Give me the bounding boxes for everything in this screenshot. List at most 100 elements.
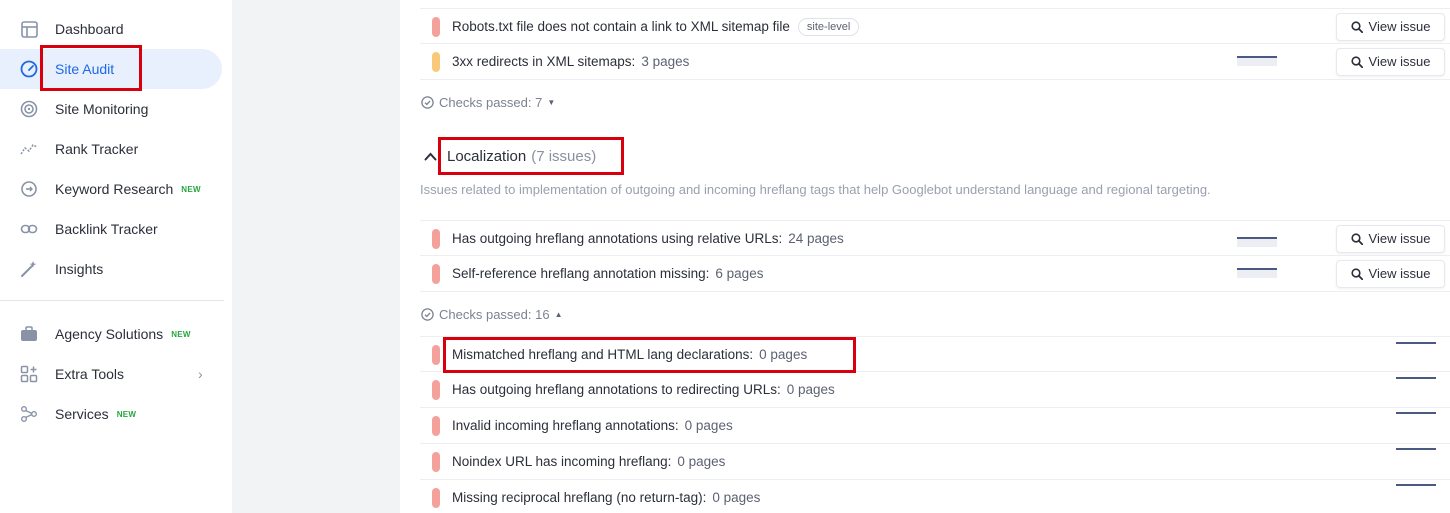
sidebar-item-label: Dashboard xyxy=(55,21,124,37)
sidebar-item-label: Services NEW xyxy=(55,406,137,422)
search-icon xyxy=(1350,20,1363,33)
trend-line xyxy=(1396,377,1436,379)
sidebar-item-label: Rank Tracker xyxy=(55,141,139,157)
sidebar-item-agency-solutions[interactable]: Agency Solutions NEW xyxy=(0,314,222,354)
sidebar-item-services[interactable]: Services NEW xyxy=(0,394,222,434)
view-issue-button[interactable]: View issue xyxy=(1336,259,1445,288)
sidebar-item-site-monitoring[interactable]: Site Monitoring xyxy=(0,89,222,129)
chevron-right-icon: › xyxy=(198,366,203,382)
page-gutter xyxy=(232,0,400,513)
checks-passed-toggle[interactable]: Checks passed: 7 ▼ xyxy=(421,95,555,110)
dashboard-icon xyxy=(20,20,38,38)
check-title: Invalid incoming hreflang annotations: 0 … xyxy=(452,418,733,433)
section-title: Localization xyxy=(447,147,527,165)
trend-sparkline xyxy=(1237,237,1277,247)
issue-count: 0 pages xyxy=(712,490,761,505)
passed-check-row[interactable]: Has outgoing hreflang annotations to red… xyxy=(420,371,1450,407)
sidebar-item-label: Agency Solutions NEW xyxy=(55,326,191,342)
issue-count: 3 pages xyxy=(641,54,690,69)
sidebar-item-site-audit[interactable]: Site Audit xyxy=(0,49,222,89)
new-badge: NEW xyxy=(116,410,137,419)
chevron-up-icon xyxy=(424,152,437,161)
issue-row[interactable]: Has outgoing hreflang annotations using … xyxy=(420,220,1450,256)
rank-tracker-icon xyxy=(20,140,38,158)
severity-error-indicator xyxy=(432,451,440,472)
severity-error-indicator xyxy=(432,415,440,436)
checks-passed-toggle[interactable]: Checks passed: 16 ▲ xyxy=(421,307,563,322)
severity-error-indicator xyxy=(432,263,440,284)
search-icon xyxy=(1350,55,1363,68)
severity-warning-indicator xyxy=(432,51,440,72)
sidebar-item-keyword-research[interactable]: Keyword Research NEW xyxy=(0,169,222,209)
issue-row[interactable]: Self-reference hreflang annotation missi… xyxy=(420,255,1450,291)
issue-title: 3xx redirects in XML sitemaps: 3 pages xyxy=(452,54,690,69)
check-circle-icon xyxy=(421,308,434,321)
sidebar-item-extra-tools[interactable]: Extra Tools › xyxy=(0,354,222,394)
issues-panel: Robots.txt file does not contain a link … xyxy=(400,0,1450,513)
section-header-localization[interactable]: Localization (7 issues) xyxy=(424,144,596,168)
row-divider xyxy=(420,291,1450,292)
trend-sparkline xyxy=(1237,268,1277,278)
sidebar-item-label: Site Monitoring xyxy=(55,101,149,117)
speedometer-icon xyxy=(20,60,38,78)
apps-icon xyxy=(20,365,38,383)
issue-row[interactable]: 3xx redirects in XML sitemaps: 3 pages Vi… xyxy=(420,43,1450,79)
passed-check-row[interactable]: Noindex URL has incoming hreflang: 0 page… xyxy=(420,443,1450,479)
severity-error-indicator xyxy=(432,344,440,365)
view-issue-button[interactable]: View issue xyxy=(1336,47,1445,76)
sidebar-item-insights[interactable]: Insights xyxy=(0,249,222,289)
sidebar: Dashboard Site Audit Site Monitoring Ran… xyxy=(0,0,232,513)
new-badge: NEW xyxy=(181,185,201,194)
issue-row[interactable]: Robots.txt file does not contain a link … xyxy=(420,8,1450,44)
trend-sparkline xyxy=(1237,56,1277,66)
severity-error-indicator xyxy=(432,16,440,37)
new-badge: NEW xyxy=(171,330,191,339)
check-title: Mismatched hreflang and HTML lang declar… xyxy=(452,347,808,362)
sidebar-item-label: Keyword Research NEW xyxy=(55,181,201,197)
caret-up-icon: ▲ xyxy=(554,310,563,319)
caret-down-icon: ▼ xyxy=(547,98,556,107)
trend-line xyxy=(1396,342,1436,344)
passed-check-row[interactable]: Invalid incoming hreflang annotations: 0 … xyxy=(420,407,1450,443)
severity-error-indicator xyxy=(432,228,440,249)
sidebar-divider xyxy=(0,300,224,301)
trend-line xyxy=(1396,484,1436,486)
issue-title: Has outgoing hreflang annotations using … xyxy=(452,231,844,246)
search-icon xyxy=(1350,232,1363,245)
trend-line xyxy=(1396,448,1436,450)
issue-count: 0 pages xyxy=(677,454,726,469)
sidebar-item-rank-tracker[interactable]: Rank Tracker xyxy=(0,129,222,169)
sidebar-item-label: Insights xyxy=(55,261,104,277)
keyword-research-icon xyxy=(20,180,38,198)
sidebar-item-label: Backlink Tracker xyxy=(55,221,158,237)
section-description: Issues related to implementation of outg… xyxy=(420,182,1211,197)
check-title: Has outgoing hreflang annotations to red… xyxy=(452,382,835,397)
section-issue-count: (7 issues) xyxy=(531,147,597,165)
services-icon xyxy=(20,405,38,423)
briefcase-icon xyxy=(20,325,38,343)
site-level-tag: site-level xyxy=(797,17,860,36)
severity-error-indicator xyxy=(432,379,440,400)
issue-count: 6 pages xyxy=(715,266,764,281)
sidebar-item-label: Extra Tools xyxy=(55,366,124,382)
link-icon xyxy=(20,220,38,238)
passed-check-row[interactable]: Mismatched hreflang and HTML lang declar… xyxy=(420,336,1450,372)
issue-title: Robots.txt file does not contain a link … xyxy=(452,17,860,36)
view-issue-button[interactable]: View issue xyxy=(1336,224,1445,253)
magic-wand-icon xyxy=(20,260,38,278)
passed-check-row[interactable]: Missing reciprocal hreflang (no return-t… xyxy=(420,479,1450,513)
trend-line xyxy=(1396,412,1436,414)
row-divider xyxy=(420,79,1450,80)
check-circle-icon xyxy=(421,96,434,109)
severity-error-indicator xyxy=(432,487,440,508)
sidebar-item-dashboard[interactable]: Dashboard xyxy=(0,9,222,49)
view-issue-button[interactable]: View issue xyxy=(1336,12,1445,41)
check-title: Noindex URL has incoming hreflang: 0 page… xyxy=(452,454,726,469)
check-title: Missing reciprocal hreflang (no return-t… xyxy=(452,490,761,505)
issue-title: Self-reference hreflang annotation missi… xyxy=(452,266,764,281)
issue-count: 0 pages xyxy=(759,347,808,362)
search-icon xyxy=(1350,267,1363,280)
monitoring-icon xyxy=(20,100,38,118)
sidebar-item-backlink-tracker[interactable]: Backlink Tracker xyxy=(0,209,222,249)
issue-count: 24 pages xyxy=(788,231,844,246)
